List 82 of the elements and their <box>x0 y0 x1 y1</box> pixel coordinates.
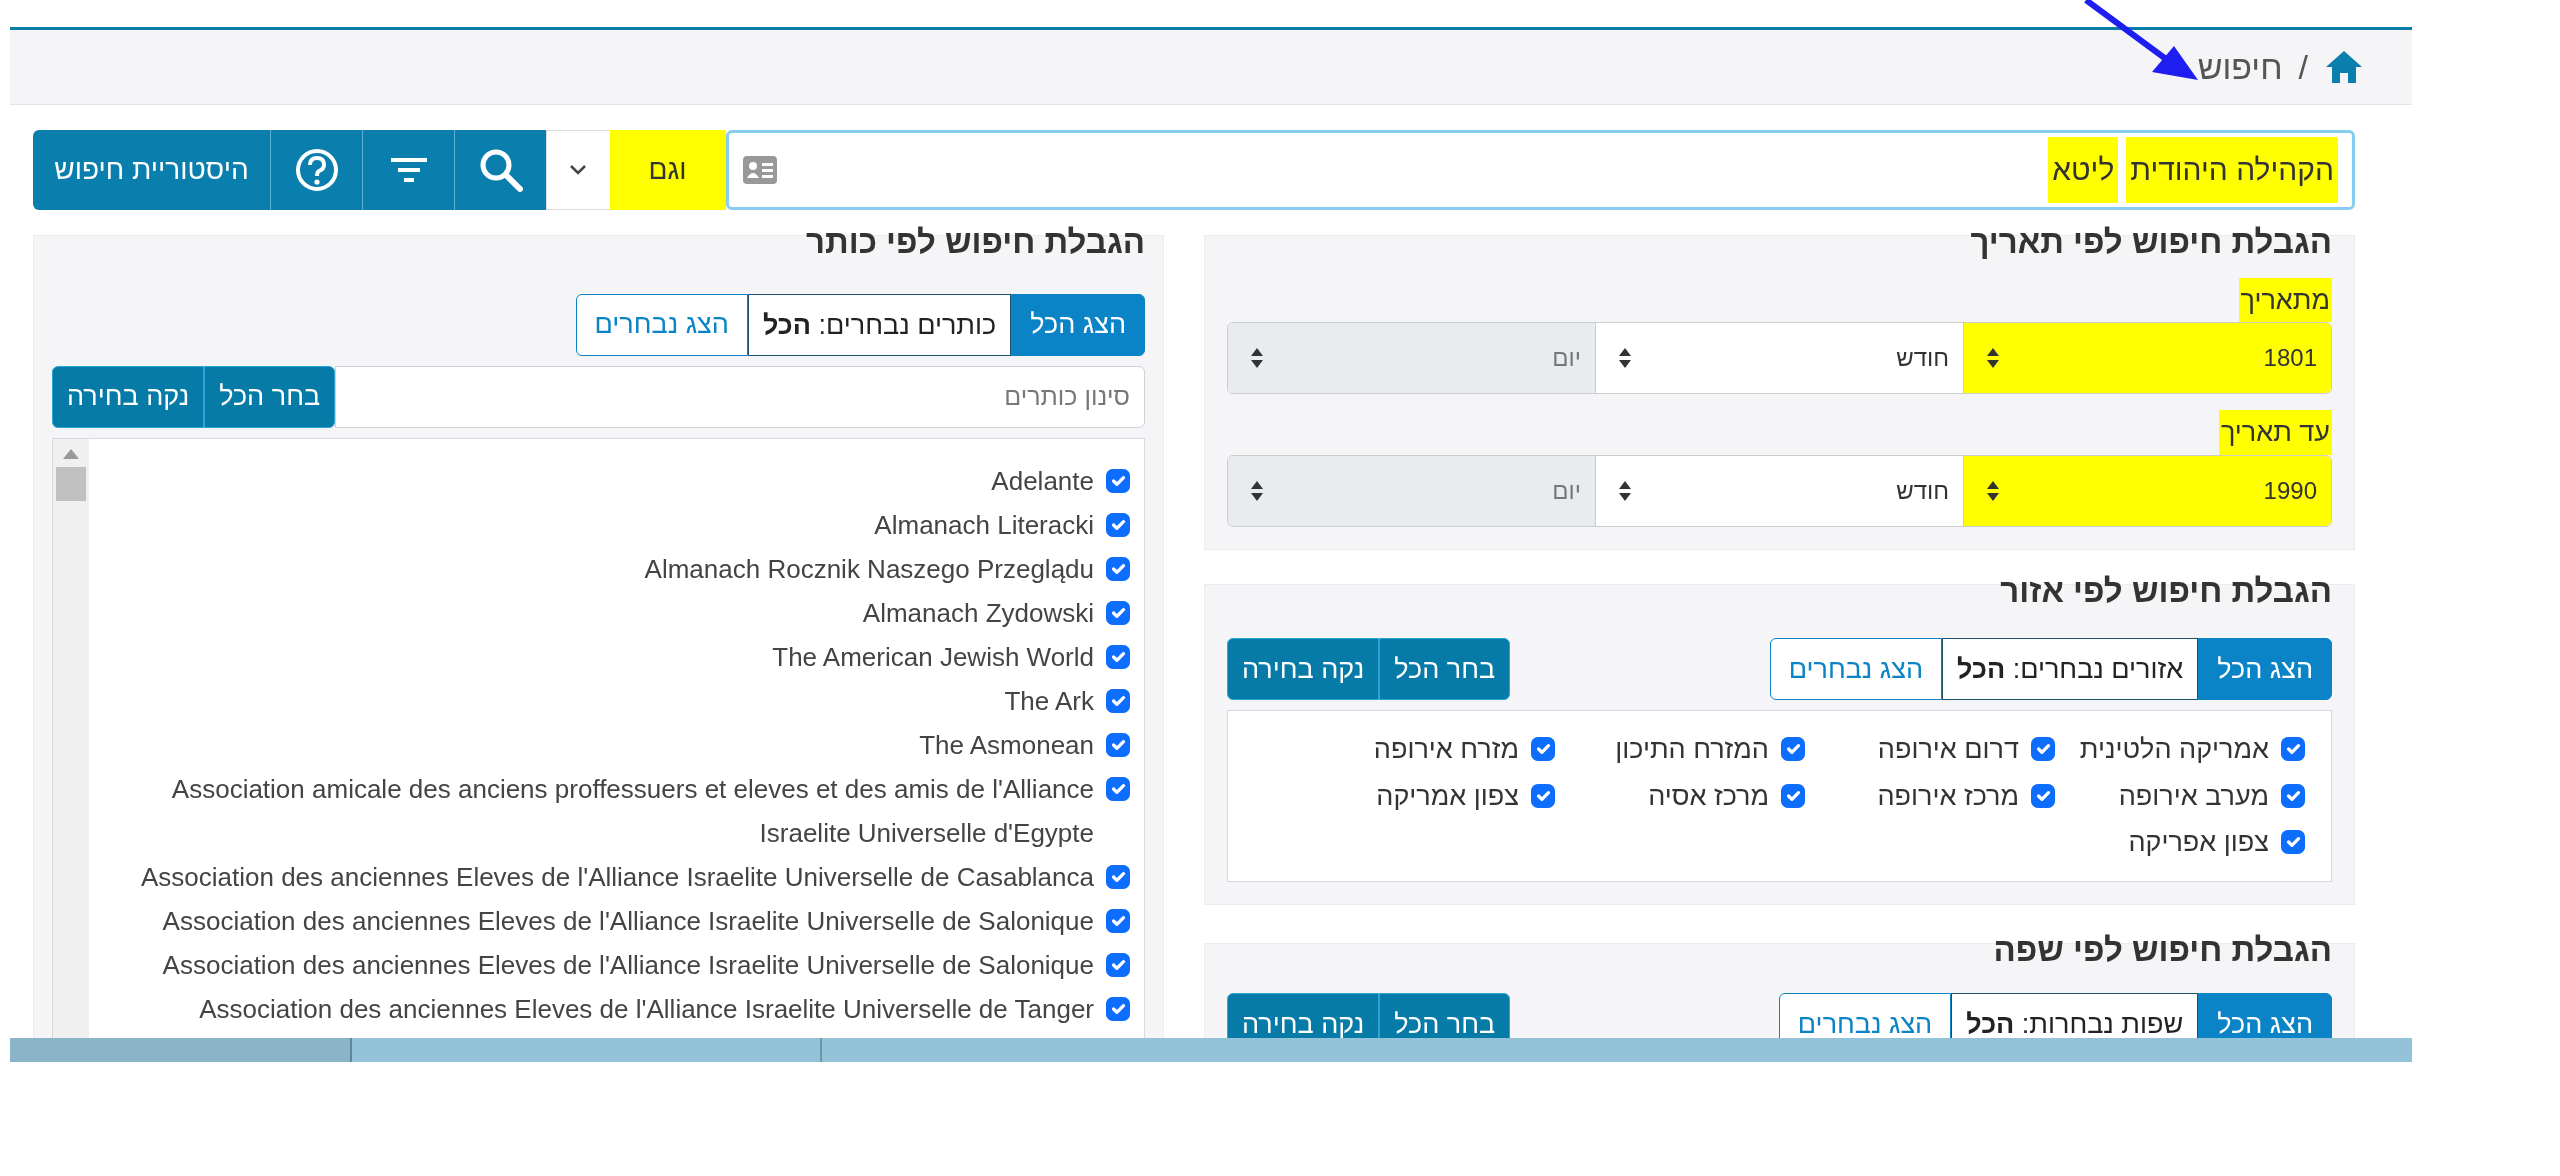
checkbox[interactable] <box>1781 737 1805 762</box>
checkbox[interactable] <box>1106 556 1130 581</box>
panel-title: הגבלת חיפוש לפי אזור <box>1999 570 2332 611</box>
checkbox[interactable] <box>1106 600 1130 625</box>
region-label: מזרח אירופה <box>1373 733 1519 767</box>
checkbox[interactable] <box>1106 468 1130 493</box>
title-filter-field[interactable]: סינון כותרים <box>335 365 1145 428</box>
view-tab[interactable]: הצג נבחרים <box>1778 993 1952 1038</box>
checkbox[interactable] <box>1106 644 1130 669</box>
panel-title: הגבלת חיפוש לפי תאריך <box>1969 222 2332 262</box>
date-label: עד תאריך <box>2218 410 2332 455</box>
region-label: מרכז אירופה <box>1877 779 2019 813</box>
operator-select[interactable]: וגם <box>546 130 726 210</box>
help-icon <box>294 148 339 192</box>
title-label: Association des anciennes Eleves de l'Alliance Israelite Universelle de Casablanca <box>140 860 1094 894</box>
checkbox[interactable] <box>2281 737 2305 762</box>
checkbox[interactable] <box>1106 776 1130 801</box>
date-label: מתאריך <box>2238 277 2332 323</box>
region-label: צפון אפריקה <box>2128 826 2269 860</box>
checkbox[interactable] <box>1106 908 1130 933</box>
title-label: Association des anciennes Eleves de l'Alliance Israelite Universelle de Salonique <box>162 948 1094 982</box>
search-field[interactable]: הקהילה היהודית ליטא <box>726 130 2355 210</box>
checkbox[interactable] <box>1106 688 1130 713</box>
checkbox[interactable] <box>1781 783 1805 808</box>
title-label: Almanach Literacki <box>874 508 1094 542</box>
select-all-button[interactable]: בחר הכל <box>1379 993 1511 1038</box>
help-button[interactable] <box>270 130 362 210</box>
breadcrumb-separator: / <box>2298 46 2308 88</box>
selection-summary: אזורים נבחרים: הכל <box>1942 638 2199 701</box>
search-button[interactable] <box>454 130 546 210</box>
checkbox[interactable] <box>2031 737 2055 762</box>
title-label: Association des anciennes Eleves de l'Alliance Israelite Universelle de Tanger <box>199 992 1094 1026</box>
filter-button[interactable] <box>362 130 454 210</box>
checkbox[interactable] <box>1106 512 1130 537</box>
region-label: צפון אמריקה <box>1376 779 1519 813</box>
checkbox[interactable] <box>1106 864 1130 889</box>
checkbox[interactable] <box>1531 783 1555 808</box>
title-label: Almanach Zydowski <box>862 596 1094 630</box>
checkbox[interactable] <box>2281 830 2305 855</box>
region-label: דרום אירופה <box>1877 733 2019 767</box>
checkbox[interactable] <box>1106 732 1130 757</box>
panel-title: הגבלת חיפוש לפי שפה <box>1992 929 2332 970</box>
chevron-down-icon <box>569 164 587 176</box>
region-label: מרכז אסיה <box>1648 779 1769 813</box>
search-term: ליטא <box>2048 137 2119 203</box>
clear-selection-button[interactable]: נקה בחירה <box>1227 638 1380 701</box>
scroll-up-icon[interactable] <box>63 448 79 459</box>
filter-icon <box>390 156 427 184</box>
title-label: Almanach Rocznik Naszego Przeglądu <box>644 552 1094 586</box>
view-tab[interactable]: הצג הכל <box>2198 993 2332 1038</box>
title-label: Adelante <box>991 464 1094 498</box>
clear-selection-button[interactable]: נקה בחירה <box>52 365 205 428</box>
scrollbar-thumb[interactable] <box>56 466 86 501</box>
region-label: המזרח התיכון <box>1615 733 1769 767</box>
selection-summary: שפות נבחרות: הכל <box>1951 993 2199 1038</box>
checkbox[interactable] <box>2281 783 2305 808</box>
search-icon <box>478 148 523 192</box>
title-label: The American Jewish World <box>772 640 1094 674</box>
clear-selection-button[interactable]: נקה בחירה <box>1227 993 1380 1038</box>
checkbox[interactable] <box>1106 952 1130 977</box>
panel-title: הגבלת חיפוש לפי כותר <box>805 222 1145 262</box>
selection-summary: כותרים נבחרים: הכל <box>747 293 1012 356</box>
title-label: Association des anciennes Eleves de l'Alliance Israelite Universelle de Salonique <box>162 904 1094 938</box>
region-label: אמריקה הלטינית <box>2079 733 2269 767</box>
view-tab[interactable]: הצג הכל <box>2198 638 2332 701</box>
history-button[interactable]: היסטוריית חיפוש <box>33 130 270 210</box>
region-label: מערב אירופה <box>2118 779 2269 813</box>
title-label: The Ark <box>1004 684 1094 718</box>
search-term: הקהילה היהודית <box>2126 137 2338 203</box>
checkbox[interactable] <box>1106 996 1130 1021</box>
view-tab[interactable]: הצג נבחרים <box>575 293 748 356</box>
breadcrumb-current: חיפוש <box>2197 46 2283 88</box>
view-tab[interactable]: הצג הכל <box>1011 293 1145 356</box>
select-all-button[interactable]: בחר הכל <box>1379 638 1511 701</box>
checkbox[interactable] <box>2031 783 2055 808</box>
view-tab[interactable]: הצג נבחרים <box>1769 638 1943 701</box>
select-all-button[interactable]: בחר הכל <box>204 365 336 428</box>
title-label: Association amicale des anciens proffessuers et eleves et des amis de l'Alliance Israelite Universelle d'Egypte <box>170 772 1094 850</box>
id-card-icon <box>743 156 777 184</box>
home-icon[interactable] <box>2324 49 2364 85</box>
title-label: The Asmonean <box>919 728 1094 762</box>
checkbox[interactable] <box>1531 737 1555 762</box>
